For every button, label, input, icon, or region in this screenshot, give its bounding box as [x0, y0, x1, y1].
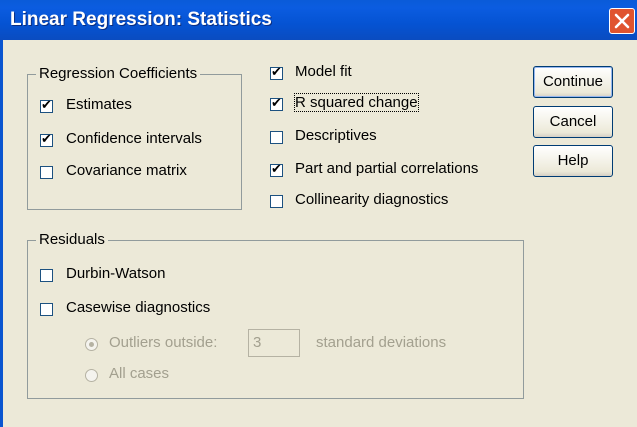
- all-cases-radio[interactable]: [85, 369, 98, 382]
- part-partial-correlations-checkbox[interactable]: [270, 161, 283, 177]
- regression-coefficients-group: Regression Coefficients Estimates Confid…: [27, 65, 242, 210]
- standard-deviations-label: standard deviations: [316, 334, 447, 351]
- descriptives-checkbox[interactable]: [270, 131, 283, 144]
- residuals-legend: Residuals: [36, 231, 108, 248]
- outliers-outside-radio[interactable]: [85, 338, 98, 351]
- all-cases-label[interactable]: All cases: [109, 365, 169, 382]
- collinearity-diagnostics-label[interactable]: Collinearity diagnostics: [295, 191, 448, 208]
- confidence-intervals-label[interactable]: Confidence intervals: [66, 130, 202, 147]
- cancel-button[interactable]: Cancel: [533, 106, 613, 138]
- estimates-checkbox[interactable]: [40, 97, 53, 113]
- model-fit-label[interactable]: Model fit: [295, 63, 352, 80]
- title-bar: Linear Regression: Statistics: [0, 0, 637, 40]
- dialog-body: Regression Coefficients Estimates Confid…: [0, 40, 637, 427]
- model-fit-checkbox[interactable]: [270, 64, 283, 80]
- estimates-label[interactable]: Estimates: [66, 96, 132, 113]
- casewise-diagnostics-checkbox[interactable]: [40, 303, 53, 316]
- help-button[interactable]: Help: [533, 145, 613, 177]
- descriptives-label[interactable]: Descriptives: [295, 127, 377, 144]
- residuals-group: Residuals Durbin-Watson Casewise diagnos…: [27, 231, 524, 399]
- continue-button[interactable]: Continue: [533, 66, 613, 98]
- covariance-matrix-checkbox[interactable]: [40, 166, 53, 179]
- covariance-matrix-label[interactable]: Covariance matrix: [66, 162, 187, 179]
- r-squared-change-label[interactable]: R squared change: [294, 93, 419, 112]
- window-title: Linear Regression: Statistics: [10, 9, 272, 30]
- regression-coefficients-legend: Regression Coefficients: [36, 65, 201, 82]
- casewise-diagnostics-label[interactable]: Casewise diagnostics: [66, 299, 210, 316]
- outliers-std-dev-input[interactable]: 3: [248, 329, 300, 357]
- close-button[interactable]: [609, 8, 635, 34]
- durbin-watson-label[interactable]: Durbin-Watson: [66, 265, 165, 282]
- confidence-intervals-checkbox[interactable]: [40, 131, 53, 147]
- r-squared-change-checkbox[interactable]: [270, 95, 283, 111]
- durbin-watson-checkbox[interactable]: [40, 269, 53, 282]
- part-partial-correlations-label[interactable]: Part and partial correlations: [295, 160, 478, 177]
- outliers-outside-label[interactable]: Outliers outside:: [109, 334, 217, 351]
- close-icon: [614, 13, 630, 29]
- collinearity-diagnostics-checkbox[interactable]: [270, 195, 283, 208]
